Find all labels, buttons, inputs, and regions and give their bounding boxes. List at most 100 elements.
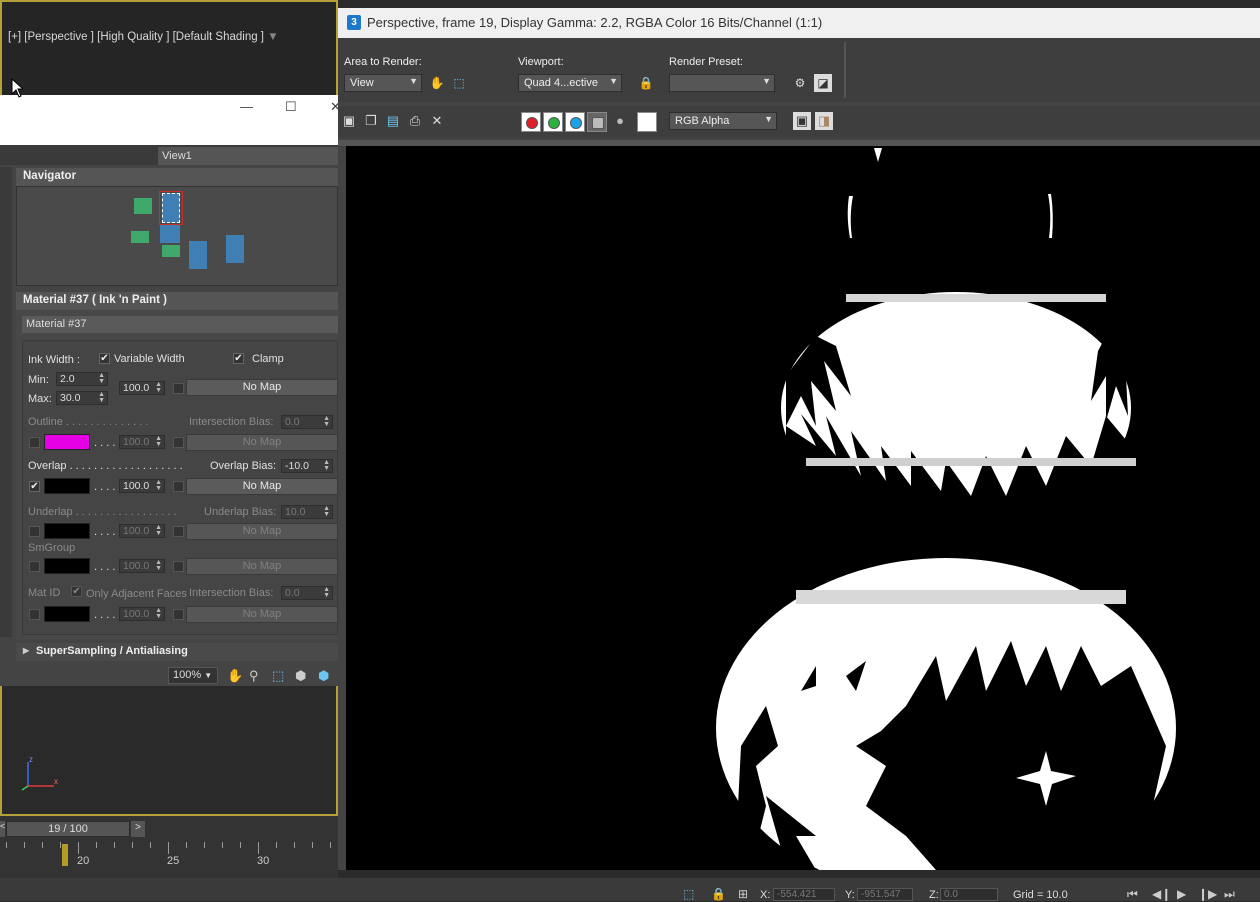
matid-amount-spinner[interactable]: 100.0 ▲ ▼ — [119, 607, 165, 621]
minimize-icon[interactable]: — — [240, 99, 253, 114]
zoom-magnifier-icon[interactable]: ⚲ — [249, 668, 259, 684]
next-frame-icon[interactable]: ❙▶ — [1198, 887, 1217, 901]
time-slider[interactable]: 19 / 100 — [6, 821, 130, 837]
background-color-swatch[interactable] — [637, 112, 657, 132]
ink-map-amount-value: 100.0 — [123, 382, 150, 394]
slate-title-bar: — ☐ ✕ — [0, 95, 341, 145]
navigator-panel[interactable] — [16, 186, 338, 286]
toggle-overlay-icon[interactable]: ◨ — [815, 112, 833, 130]
variable-width-checkbox[interactable]: ✔ — [99, 353, 110, 364]
bottom-viewport[interactable]: z x — [0, 686, 338, 816]
edit-region-icon[interactable]: ✋ — [428, 74, 446, 92]
x-coordinate-field[interactable]: -554.421 — [773, 888, 835, 901]
overlap-bias-spinner[interactable]: -10.0 ▲ ▼ — [281, 459, 333, 473]
clone-frame-icon[interactable]: ▤ — [386, 114, 400, 128]
timeline-ruler[interactable]: 20 25 30 — [0, 842, 338, 868]
green-channel-toggle[interactable] — [543, 112, 563, 132]
underlap-map-checkbox[interactable] — [173, 526, 184, 537]
render-image-canvas[interactable] — [346, 146, 1260, 898]
smgroup-map-checkbox[interactable] — [173, 561, 184, 572]
ink-map-amount-spinner[interactable]: 100.0 ▲ ▼ — [119, 381, 165, 395]
smgroup-amount-spinner[interactable]: 100.0 ▲ ▼ — [119, 559, 165, 573]
maximize-icon[interactable]: ☐ — [285, 99, 297, 115]
supersampling-rollout[interactable]: ▶ SuperSampling / Antialiasing — [16, 643, 338, 661]
viewport-dropdown[interactable]: Quad 4...ective ▼ — [518, 74, 622, 92]
z-coordinate-field[interactable]: 0.0 — [940, 888, 998, 901]
underlap-checkbox[interactable] — [29, 526, 40, 537]
display-channel-dropdown[interactable]: RGB Alpha ▼ — [669, 112, 777, 130]
save-image-icon[interactable]: ▣ — [342, 114, 356, 128]
absolute-mode-icon[interactable]: ⊞ — [738, 887, 748, 901]
material-name-field[interactable]: Material #37 — [22, 316, 338, 333]
time-next-button[interactable]: > — [131, 821, 145, 837]
outline-checkbox[interactable] — [29, 437, 40, 448]
pan-hand-icon[interactable]: ✋ — [227, 668, 243, 684]
outline-amount-spinner[interactable]: 100.0 ▲ ▼ — [119, 435, 165, 449]
underlap-dots: . . . . — [94, 526, 116, 538]
adjacent-faces-checkbox[interactable]: ✔ — [71, 586, 82, 597]
zoom-dropdown[interactable]: 100% ▼ — [168, 667, 218, 684]
viewport-label[interactable]: [+] [Perspective ] [High Quality ] [Defa… — [8, 31, 279, 43]
overlap-color-swatch[interactable] — [44, 478, 90, 494]
max-width-spinner[interactable]: 30.0 ▲ ▼ — [56, 391, 108, 405]
render-preset-dropdown[interactable]: ▼ — [669, 74, 775, 92]
play-icon[interactable]: ▶ — [1177, 887, 1186, 901]
monochrome-icon[interactable]: ● — [613, 114, 627, 128]
y-coordinate-field[interactable]: -951.547 — [857, 888, 913, 901]
underlap-bias-spinner[interactable]: 10.0 ▲ ▼ — [281, 505, 333, 519]
alpha-channel-toggle[interactable] — [587, 112, 607, 132]
filter-icon[interactable]: ▼ — [267, 31, 278, 43]
smgroup-map-button[interactable]: No Map — [186, 558, 338, 575]
tab-view1[interactable]: View1 — [158, 147, 338, 165]
isolate-selection-icon[interactable]: ⬚ — [683, 887, 694, 901]
outline-map-checkbox[interactable] — [173, 437, 184, 448]
matid-map-button[interactable]: No Map — [186, 606, 338, 623]
underlap-map-button[interactable]: No Map — [186, 523, 338, 540]
top-viewport[interactable]: [+] [Perspective ] [High Quality ] [Defa… — [0, 0, 338, 96]
smgroup-checkbox[interactable] — [29, 561, 40, 572]
overlap-map-button[interactable]: No Map — [186, 478, 338, 495]
render-title: Perspective, frame 19, Display Gamma: 2.… — [367, 15, 823, 30]
time-prev-button[interactable]: < — [0, 821, 5, 837]
matid-map-checkbox[interactable] — [173, 609, 184, 620]
red-channel-toggle[interactable] — [521, 112, 541, 132]
underlap-amount-value: 100.0 — [123, 525, 150, 537]
outline-bias-spinner[interactable]: 0.0 ▲ ▼ — [281, 415, 333, 429]
render-setup-icon[interactable]: ⚙ — [791, 74, 809, 92]
selection-lock-icon[interactable]: 🔒 — [711, 887, 726, 901]
zoom-extents-selected-icon[interactable]: ⬢ — [318, 668, 329, 684]
clamp-checkbox[interactable]: ✔ — [233, 353, 244, 364]
underlap-color-swatch[interactable] — [44, 523, 90, 539]
auto-region-icon[interactable]: ⬚ — [450, 74, 468, 92]
zoom-region-icon[interactable]: ⬚ — [272, 668, 284, 684]
overlap-amount-spinner[interactable]: 100.0 ▲ ▼ — [119, 479, 165, 493]
outline-map-button[interactable]: No Map — [186, 434, 338, 451]
ink-map-checkbox[interactable] — [173, 383, 184, 394]
underlap-amount-spinner[interactable]: 100.0 ▲ ▼ — [119, 524, 165, 538]
viewport-label-text[interactable]: [+] [Perspective ] [High Quality ] [Defa… — [8, 31, 264, 43]
navigator-material-node — [162, 193, 180, 223]
min-width-spinner[interactable]: 2.0 ▲ ▼ — [56, 372, 108, 386]
environment-icon[interactable]: ◪ — [814, 74, 832, 92]
overlap-map-checkbox[interactable] — [173, 481, 184, 492]
go-to-start-icon[interactable]: ⏮ — [1127, 887, 1138, 902]
toggle-ui-icon[interactable]: ▣ — [793, 112, 811, 130]
clear-icon[interactable]: ✕ — [430, 114, 444, 128]
smgroup-color-swatch[interactable] — [44, 558, 90, 574]
matid-color-swatch[interactable] — [44, 606, 90, 622]
zoom-extents-icon[interactable]: ⬢ — [295, 668, 306, 684]
overlap-checkbox[interactable]: ✔ — [29, 481, 40, 492]
previous-frame-icon[interactable]: ◀❙ — [1152, 887, 1171, 901]
lock-icon[interactable]: 🔒 — [637, 74, 655, 92]
go-to-end-icon[interactable]: ⏭ — [1224, 887, 1235, 902]
ink-map-button[interactable]: No Map — [186, 379, 338, 396]
matid-checkbox[interactable] — [29, 609, 40, 620]
blue-channel-icon — [570, 117, 582, 129]
copy-image-icon[interactable]: ❐ — [364, 114, 378, 128]
area-to-render-dropdown[interactable]: View ▼ — [344, 74, 422, 92]
blue-channel-toggle[interactable] — [565, 112, 585, 132]
matid-bias-spinner[interactable]: 0.0 ▲ ▼ — [281, 586, 333, 600]
time-marker[interactable] — [62, 844, 68, 866]
outline-color-swatch[interactable] — [44, 434, 90, 450]
print-icon[interactable]: ⎙ — [408, 114, 422, 128]
